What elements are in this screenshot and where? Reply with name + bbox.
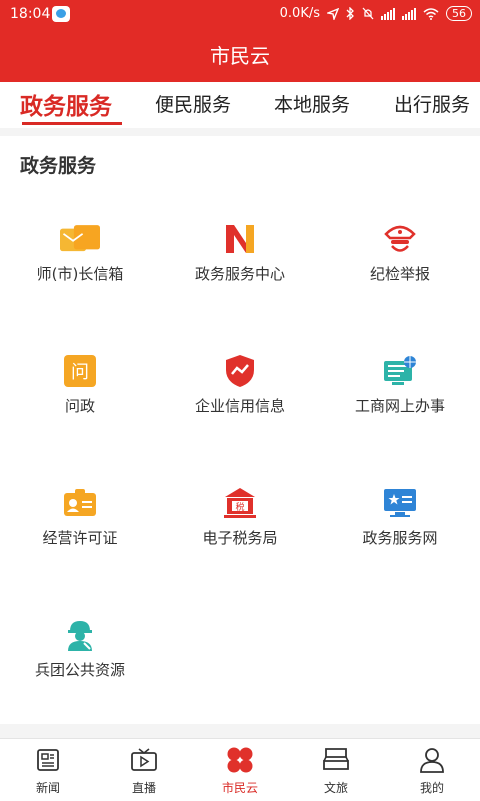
- clover-icon: [192, 745, 288, 775]
- service-label: 经营许可证: [42, 529, 118, 547]
- svg-text:问: 问: [71, 362, 89, 383]
- service-item-inquiry[interactable]: 问 问政: [0, 351, 160, 461]
- app-header: 市民云: [0, 30, 480, 82]
- service-label: 兵团公共资源: [34, 661, 125, 679]
- license-card-icon: [60, 483, 100, 523]
- cell-signal-icon: [381, 7, 395, 20]
- service-item-gov-service-network[interactable]: 政务服务网: [320, 483, 480, 593]
- battery-indicator: 56: [446, 6, 472, 21]
- nav-item-culture-travel[interactable]: 文旅: [288, 745, 384, 796]
- service-label: 政务服务中心: [194, 265, 285, 283]
- nav-item-news[interactable]: 新闻: [0, 745, 96, 796]
- culture-icon: [288, 745, 384, 775]
- divider: [0, 128, 480, 136]
- bottom-nav: 新闻 直播 市民云 文旅 我的: [0, 738, 480, 801]
- nav-label: 新闻: [35, 781, 60, 795]
- gov-service-center-icon: [220, 219, 260, 259]
- tab-convenience-services[interactable]: 便民服务: [155, 90, 231, 117]
- mailbox-icon: [60, 219, 100, 259]
- service-label: 工商网上办事: [354, 397, 445, 415]
- wifi-icon: [423, 7, 439, 20]
- tab-travel-services[interactable]: 出行服务: [394, 90, 470, 117]
- user-icon: [384, 745, 480, 775]
- nav-item-live[interactable]: 直播: [96, 745, 192, 796]
- nav-label: 直播: [131, 781, 156, 795]
- location-icon: [327, 7, 339, 20]
- nav-label: 我的: [419, 781, 444, 795]
- network-speed: 0.0K/s: [279, 6, 320, 21]
- notification-app-icon: [52, 6, 70, 22]
- service-item-public-resources[interactable]: 兵团公共资源: [0, 615, 160, 725]
- nav-label: 文旅: [323, 781, 348, 795]
- active-tab-indicator: [22, 122, 122, 125]
- service-item-mayor-mailbox[interactable]: 师(市)长信箱: [0, 219, 160, 329]
- service-item-discipline-report[interactable]: 纪检举报: [320, 219, 480, 329]
- status-indicators: 0.0K/s 56: [280, 6, 472, 21]
- mute-bell-icon: [362, 7, 374, 20]
- service-label: 问政: [64, 397, 95, 415]
- shield-chart-icon: [220, 351, 260, 391]
- news-icon: [0, 745, 96, 775]
- divider: [0, 724, 480, 738]
- cell-signal-4g-icon: [402, 7, 416, 20]
- service-label: 纪检举报: [369, 265, 430, 283]
- service-label: 政务服务网: [362, 529, 438, 547]
- online-office-icon: [380, 351, 420, 391]
- svg-text:税: 税: [235, 501, 244, 513]
- section-title: 政务服务: [20, 155, 97, 177]
- nav-item-citizen-cloud[interactable]: 市民云: [192, 745, 288, 796]
- status-time: 18:04: [10, 6, 51, 22]
- worker-icon: [60, 615, 100, 655]
- tv-icon: [96, 745, 192, 775]
- service-item-enterprise-credit[interactable]: 企业信用信息: [160, 351, 320, 461]
- tab-gov-services[interactable]: 政务服务: [20, 87, 112, 121]
- page-title: 市民云: [210, 44, 270, 68]
- service-item-e-tax-bureau[interactable]: 税 电子税务局: [160, 483, 320, 593]
- service-item-business-license[interactable]: 经营许可证: [0, 483, 160, 593]
- inquiry-icon: 问: [60, 351, 100, 391]
- service-label: 师(市)长信箱: [36, 265, 124, 283]
- status-bar: 18:04 0.0K/s 56: [0, 0, 480, 30]
- service-label: 企业信用信息: [194, 397, 285, 415]
- service-label: 电子税务局: [202, 529, 278, 547]
- service-item-gov-center[interactable]: 政务服务中心: [160, 219, 320, 329]
- service-item-online-business[interactable]: 工商网上办事: [320, 351, 480, 461]
- tax-bureau-icon: 税: [220, 483, 260, 523]
- nav-item-mine[interactable]: 我的: [384, 745, 480, 796]
- tab-local-services[interactable]: 本地服务: [274, 90, 350, 117]
- monitor-star-icon: [380, 483, 420, 523]
- bluetooth-icon: [346, 7, 354, 20]
- police-cap-icon: [380, 219, 420, 259]
- nav-label: 市民云: [221, 781, 258, 795]
